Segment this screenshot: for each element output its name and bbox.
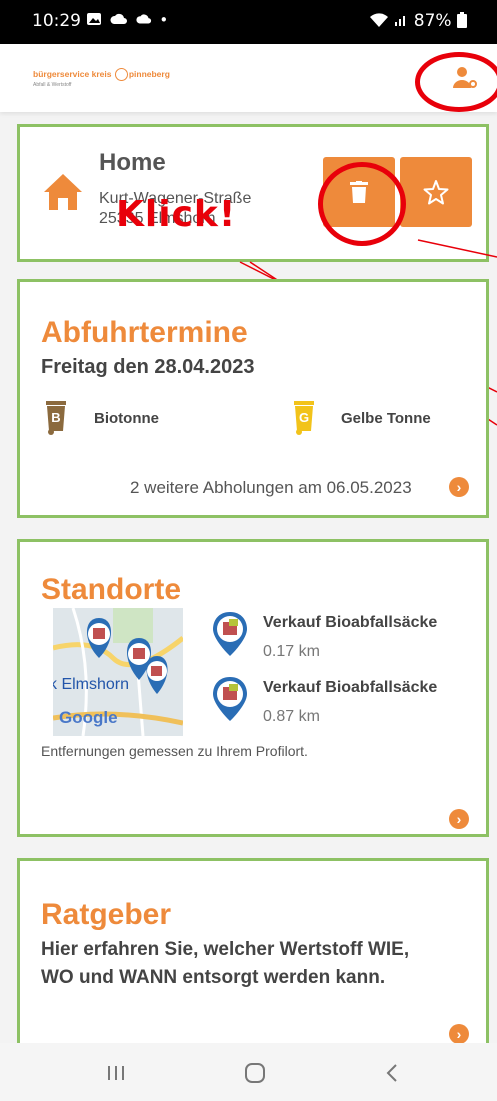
locations-card[interactable]: Standorte k Elmshorn Google Verkauf Bioa…	[17, 539, 489, 837]
svg-text:G: G	[299, 410, 309, 425]
logo-text-a: bürgerservice kreis	[33, 68, 112, 79]
map-label: k Elmshorn	[53, 676, 130, 693]
status-time: 10:29	[32, 11, 81, 31]
home-nav-icon[interactable]	[244, 1062, 266, 1084]
distance-note: Entfernungen gemessen zu Ihrem Profilort…	[41, 743, 308, 759]
logo-subtitle: Abfall & Wertstoff	[33, 82, 72, 88]
status-right: 87%	[369, 11, 467, 31]
arrow-right-icon[interactable]: ›	[449, 477, 469, 497]
annotation-klick: Klick!	[116, 194, 237, 235]
more-pickups-link[interactable]: 2 weitere Abholungen am 06.05.2023	[130, 478, 412, 498]
bin-icon: B	[46, 401, 66, 435]
battery-icon	[457, 12, 467, 28]
location-name-1[interactable]: Verkauf Bioabfallsäcke	[263, 614, 437, 632]
bin-label-yellow: Gelbe Tonne	[341, 410, 431, 427]
notification-icons: •	[86, 11, 171, 29]
favorite-button[interactable]	[400, 157, 472, 227]
wifi-icon	[369, 13, 388, 27]
signal-icon	[395, 16, 406, 26]
pickup-card[interactable]: Abfuhrtermine Freitag den 28.04.2023 B B…	[17, 279, 489, 518]
battery-percent: 87%	[413, 11, 452, 31]
svg-text:B: B	[51, 410, 60, 425]
advisor-text-line1: Hier erfahren Sie, welcher Wertstoff WIE…	[41, 939, 410, 960]
image-icon	[87, 13, 101, 25]
recents-icon[interactable]	[105, 1064, 127, 1082]
home-card[interactable]: Home Kurt-Wagener-Straße 25335 Elmshorn	[17, 124, 489, 262]
logo: bürgerservice kreis pinneberg Abfall & W…	[33, 68, 170, 88]
home-title: Home	[99, 149, 166, 176]
cloud-icon	[110, 13, 127, 24]
star-icon	[423, 180, 449, 205]
advisor-text: Hier erfahren Sie, welcher Wertstoff WIE…	[41, 936, 409, 992]
cloud-icon	[135, 14, 151, 24]
annotation-circle-profile	[415, 52, 497, 112]
pickup-title: Abfuhrtermine	[41, 316, 248, 349]
system-nav-bar	[0, 1043, 497, 1101]
advisor-text-line2: WO und WANN entsorgt werden kann.	[41, 967, 386, 988]
arrow-right-icon[interactable]: ›	[449, 809, 469, 829]
house-icon	[44, 174, 82, 210]
pickup-date: Freitag den 28.04.2023	[41, 356, 255, 378]
location-distance-2: 0.87 km	[263, 708, 320, 725]
advisor-card[interactable]: Ratgeber Hier erfahren Sie, welcher Wert…	[17, 858, 489, 1058]
google-logo: Google	[59, 708, 118, 727]
locations-title: Standorte	[41, 573, 182, 606]
dot-icon: •	[159, 11, 172, 29]
location-name-2[interactable]: Verkauf Bioabfallsäcke	[263, 679, 437, 697]
map-pin-icon	[213, 612, 247, 656]
advisor-title: Ratgeber	[41, 898, 172, 931]
annotation-circle-delete	[318, 162, 406, 246]
bin-label-bio: Biotonne	[94, 410, 159, 427]
status-bar: 10:29 • 87%	[0, 0, 497, 44]
bin-icon: G	[294, 401, 314, 435]
map-thumbnail[interactable]: k Elmshorn Google	[53, 608, 183, 736]
location-distance-1: 0.17 km	[263, 643, 320, 660]
map-pin-icon	[213, 677, 247, 721]
logo-text-b: pinneberg	[128, 68, 170, 79]
arrow-right-icon[interactable]: ›	[449, 1024, 469, 1044]
back-icon[interactable]	[384, 1063, 400, 1083]
